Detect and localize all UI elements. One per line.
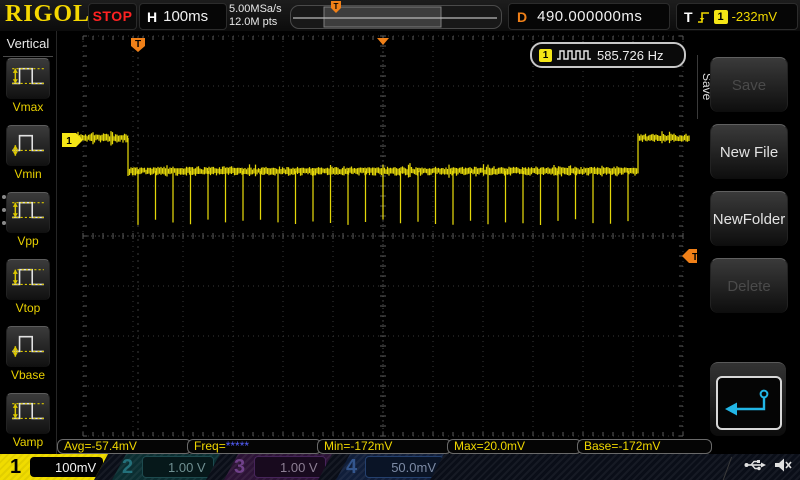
sample-rate: 5.00MSa/s — [229, 3, 282, 15]
measure-item-label: Vbase — [10, 368, 46, 382]
trigger-delay-box[interactable]: D 490.000000ms — [508, 3, 670, 30]
channel-4-status[interactable]: 4 50.0mV — [336, 454, 444, 480]
channel-scale-box: 50.0mV — [365, 456, 444, 478]
measure-item-button[interactable] — [6, 393, 50, 434]
measure-item[interactable]: Vamp — [6, 393, 50, 449]
ch1-waveform — [77, 131, 690, 225]
measurement-freq[interactable]: Freq=***** — [187, 439, 322, 454]
trigger-position-marker[interactable]: T — [131, 38, 145, 52]
menu-page-dot — [2, 195, 6, 199]
vbase-icon — [12, 335, 44, 357]
measure-item-button[interactable] — [6, 326, 50, 367]
vamp-icon — [12, 402, 44, 420]
channel-status-bar: 1 100mV 2 1.00 V 3 1.00 V 4 50.0mV — [0, 454, 800, 480]
measure-menu-title: Vertical — [3, 31, 53, 57]
measurement-avg[interactable]: Avg=-57.4mV — [57, 439, 192, 454]
rising-edge-icon — [697, 11, 709, 23]
svg-text:T: T — [135, 39, 141, 50]
measure-item-button[interactable] — [6, 58, 50, 99]
menu-button-delete: Delete — [710, 258, 788, 313]
menu-page-dot — [2, 208, 6, 212]
vmax-icon — [12, 67, 44, 85]
horizontal-timebase-box[interactable]: H 100ms — [139, 3, 227, 30]
graticule: T T 1 — [62, 35, 698, 437]
window-center-marker — [377, 38, 389, 45]
measure-item[interactable]: Vmax — [6, 58, 50, 114]
channel-scale: 100mV — [55, 459, 97, 475]
memory-waveform-icon: T — [293, 1, 497, 28]
trigger-level-value: -232mV — [731, 9, 778, 24]
acquisition-info: 5.00MSa/s 12.0M pts — [229, 3, 282, 29]
back-button-face — [716, 376, 782, 430]
channel-scale: 50.0mV — [391, 459, 436, 475]
right-soft-menu: Save Save New File NewFolder Delete — [697, 31, 800, 454]
trigger-source-badge: 1 — [713, 9, 728, 24]
trigger-label: T — [684, 8, 693, 25]
menu-page-dot — [2, 221, 6, 225]
measure-item[interactable]: Vmin — [6, 125, 50, 181]
delay-label: D — [517, 8, 528, 25]
channel-1-status[interactable]: 1 100mV — [0, 454, 108, 480]
usb-icon — [744, 460, 766, 471]
top-status-bar: RIGOL STOP H 100ms 5.00MSa/s 12.0M pts T… — [0, 0, 800, 32]
measure-item-button[interactable] — [6, 259, 50, 300]
channel-scale: 1.00 V — [168, 459, 206, 475]
measure-item-label: Vtop — [15, 301, 41, 315]
frequency-value: 585.726 Hz — [597, 47, 664, 63]
measure-item-label: Vmin — [14, 167, 42, 181]
frequency-counter-badge: 1 585.726 Hz — [530, 42, 686, 68]
measurement-min[interactable]: Min=-172mV — [317, 439, 452, 454]
measure-item-label: Vpp — [17, 234, 39, 248]
horizontal-label: H — [147, 8, 158, 25]
speaker-muted-icon — [775, 458, 792, 472]
statusbar-divider — [720, 456, 733, 480]
waveform-display-area: T T 1 1 585.726 Hz — [57, 31, 698, 440]
measurement-max[interactable]: Max=20.0mV — [447, 439, 582, 454]
channel-scale: 1.00 V — [280, 459, 318, 475]
measure-item[interactable]: Vpp — [6, 192, 50, 248]
timebase-value: 100ms — [163, 8, 209, 25]
measure-item[interactable]: Vtop — [6, 259, 50, 315]
counter-channel-badge: 1 — [539, 48, 552, 62]
pulse-train-icon — [557, 50, 591, 60]
vmin-icon — [12, 134, 44, 156]
measure-item-button[interactable] — [6, 192, 50, 233]
menu-button-new-file[interactable]: New File — [710, 124, 788, 179]
back-button[interactable] — [710, 362, 786, 436]
oscilloscope-screen: RIGOL STOP H 100ms 5.00MSa/s 12.0M pts T… — [0, 0, 800, 480]
measure-item-button[interactable] — [6, 125, 50, 166]
channel-number: 1 — [10, 455, 22, 478]
vpp-icon — [12, 201, 44, 219]
measure-item-label: Vamp — [12, 435, 44, 449]
channel-scale-box: 1.00 V — [254, 456, 326, 478]
run-stop-status[interactable]: STOP — [88, 3, 137, 30]
delay-value: 490.000000ms — [537, 8, 643, 25]
return-arrow-icon — [725, 389, 769, 416]
vtop-icon — [12, 268, 44, 286]
trigger-status-box[interactable]: T 1 -232mV — [676, 3, 798, 30]
menu-button-newfolder[interactable]: NewFolder — [710, 191, 788, 246]
channel-3-status[interactable]: 3 1.00 V — [224, 454, 332, 480]
measure-item-label: Vmax — [12, 100, 44, 114]
svg-text:1: 1 — [66, 136, 72, 147]
channel-number: 2 — [122, 455, 134, 478]
menu-button-save: Save — [710, 57, 788, 112]
channel-scale-box: 100mV — [30, 457, 103, 477]
left-measure-menu: Vertical Vmax Vmin Vpp Vtop Vbase Vamp — [0, 31, 57, 454]
trigger-level-marker[interactable]: T — [682, 249, 698, 263]
channel-number: 4 — [346, 455, 358, 478]
memory-depth: 12.0M pts — [229, 16, 278, 28]
channel-2-status[interactable]: 2 1.00 V — [112, 454, 220, 480]
channel-number: 3 — [234, 455, 246, 478]
brand-logo: RIGOL — [5, 1, 91, 27]
memory-position-bar[interactable]: T — [290, 1, 502, 29]
channel-scale-box: 1.00 V — [142, 456, 214, 478]
svg-text:T: T — [334, 2, 339, 11]
measure-item[interactable]: Vbase — [6, 326, 50, 382]
measurement-base[interactable]: Base=-172mV — [577, 439, 712, 454]
